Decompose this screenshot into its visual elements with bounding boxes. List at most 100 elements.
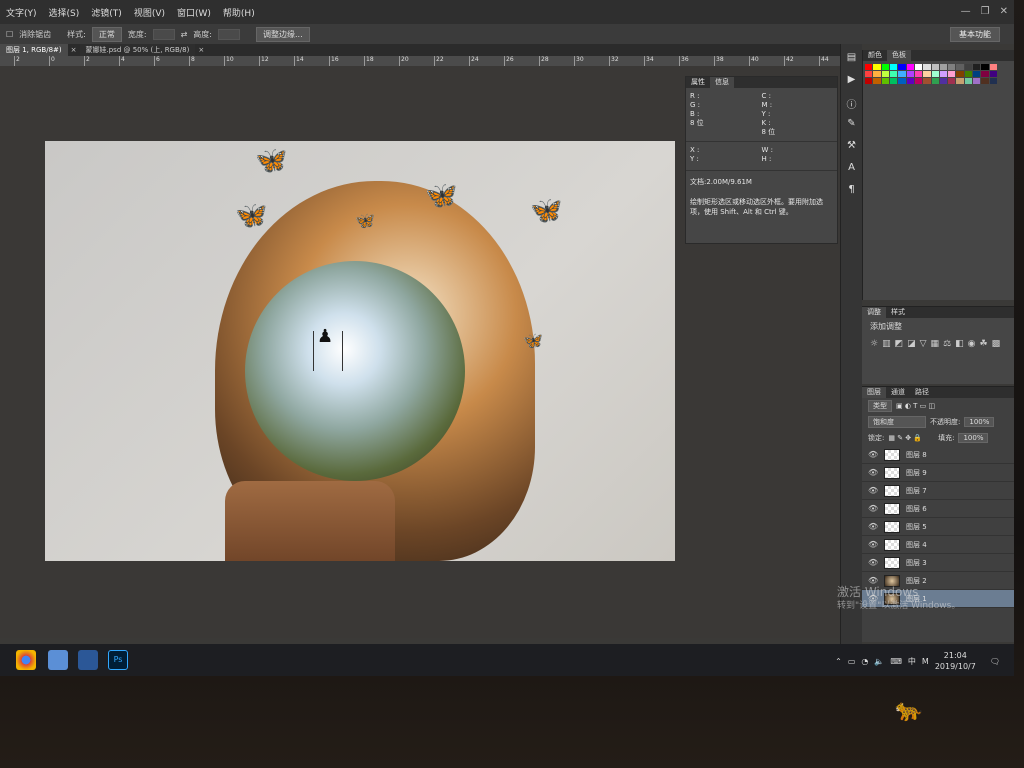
swatch[interactable] — [873, 64, 881, 70]
document-canvas[interactable]: ♟ 🦋 🦋 🦋 🦋 🦋 🦋 — [45, 141, 675, 561]
tab-paths[interactable]: 路径 — [910, 387, 934, 398]
hue-icon[interactable]: ▦ — [931, 339, 940, 349]
swatch[interactable] — [981, 64, 989, 70]
volume-icon[interactable]: 🔈 — [874, 657, 884, 666]
tab-swatches[interactable]: 色板 — [887, 50, 911, 61]
swatch[interactable] — [939, 78, 948, 84]
eye-icon[interactable]: 👁 — [868, 558, 878, 567]
swatch[interactable] — [948, 64, 956, 70]
layer-row[interactable]: 👁 图层 4 — [862, 536, 1014, 554]
curves-icon[interactable]: ◩ — [895, 339, 904, 349]
swatch[interactable] — [898, 71, 906, 77]
swatch[interactable] — [973, 71, 981, 77]
swatch[interactable] — [865, 71, 873, 77]
clock[interactable]: 21:04 2019/10/7 — [935, 650, 976, 672]
tab-info[interactable]: 信息 — [710, 77, 734, 88]
swatch[interactable] — [923, 78, 931, 84]
swatch[interactable] — [923, 71, 931, 77]
tab-layers[interactable]: 图层 — [862, 387, 886, 398]
swatch[interactable] — [914, 64, 923, 70]
swatch[interactable] — [931, 64, 939, 70]
eye-icon[interactable]: 👁 — [868, 504, 878, 513]
bw-icon[interactable]: ◧ — [955, 339, 964, 349]
swatch[interactable] — [865, 78, 873, 84]
network-icon[interactable]: ▭ — [848, 657, 856, 666]
tool-presets-icon[interactable]: ⚒ — [845, 140, 859, 154]
layer-row[interactable]: 👁 图层 6 — [862, 500, 1014, 518]
keyboard-icon[interactable]: ⌨ — [890, 657, 902, 666]
swatch[interactable] — [989, 78, 997, 84]
swatch[interactable] — [973, 78, 981, 84]
swatch[interactable] — [906, 71, 914, 77]
menu-filter[interactable]: 滤镜(T) — [85, 6, 128, 19]
swatch[interactable] — [873, 71, 881, 77]
swatch[interactable] — [981, 78, 989, 84]
history-icon[interactable]: ▤ — [845, 52, 859, 66]
eye-icon[interactable]: 👁 — [868, 450, 878, 459]
app-icon[interactable] — [48, 650, 68, 670]
chevron-up-icon[interactable]: ⌃ — [835, 657, 842, 666]
eye-icon[interactable]: 👁 — [868, 522, 878, 531]
photoshop-icon[interactable]: Ps — [108, 650, 128, 670]
menu-window[interactable]: 窗口(W) — [171, 6, 217, 19]
blend-mode-select[interactable]: 饱和度 — [868, 416, 926, 428]
swatch[interactable] — [906, 64, 914, 70]
height-field[interactable] — [217, 28, 240, 40]
word-icon[interactable] — [78, 650, 98, 670]
lock-icons[interactable]: ▦ ✎ ✥ 🔒 — [888, 434, 922, 442]
layer-row[interactable]: 👁 图层 8 — [862, 446, 1014, 464]
swap-icon[interactable]: ⇄ — [181, 30, 188, 39]
swatch[interactable] — [939, 71, 948, 77]
eye-icon[interactable]: 👁 — [868, 576, 878, 585]
swatch[interactable] — [889, 78, 898, 84]
layer-row[interactable]: 👁 图层 5 — [862, 518, 1014, 536]
vibrance-icon[interactable]: ▽ — [920, 339, 927, 349]
minimize-icon[interactable]: — — [961, 6, 971, 17]
fill-field[interactable]: 100% — [958, 433, 989, 443]
width-field[interactable] — [152, 28, 175, 40]
tab-styles[interactable]: 样式 — [886, 307, 910, 318]
tab-psd[interactable]: 蒙娜娃.psd @ 50% (上, RGB/8) — [79, 44, 196, 56]
tab-color[interactable]: 颜色 — [863, 50, 887, 61]
swatch[interactable] — [881, 78, 889, 84]
menu-select[interactable]: 选择(S) — [43, 6, 86, 19]
ime-mode-indicator[interactable]: M — [922, 657, 929, 666]
swatch[interactable] — [964, 71, 973, 77]
tab-channels[interactable]: 通道 — [886, 387, 910, 398]
photo-filter-icon[interactable]: ◉ — [968, 339, 976, 349]
swatch[interactable] — [931, 71, 939, 77]
menu-view[interactable]: 视图(V) — [128, 6, 171, 19]
style-select[interactable]: 正常 — [91, 26, 122, 42]
swatch[interactable] — [939, 64, 948, 70]
swatch[interactable] — [898, 64, 906, 70]
lookup-icon[interactable]: ▩ — [992, 339, 1001, 349]
tab-properties[interactable]: 属性 — [686, 77, 710, 88]
layer-row[interactable]: 👁 图层 9 — [862, 464, 1014, 482]
layer-row[interactable]: 👁 图层 7 — [862, 482, 1014, 500]
tab-adjustments[interactable]: 调整 — [862, 307, 886, 318]
opacity-field[interactable]: 100% — [964, 417, 995, 427]
brightness-icon[interactable]: ☼ — [870, 339, 878, 349]
layer-row[interactable]: 👁 图层 3 — [862, 554, 1014, 572]
close-icon[interactable]: ✕ — [1000, 6, 1008, 17]
swatch[interactable] — [973, 64, 981, 70]
menu-text[interactable]: 文字(Y) — [0, 6, 43, 19]
brush-icon[interactable]: ✎ — [845, 118, 859, 132]
swatch[interactable] — [865, 64, 873, 70]
swatch[interactable] — [873, 78, 881, 84]
swatch[interactable] — [914, 78, 923, 84]
close-icon[interactable]: × — [195, 44, 207, 56]
eye-icon[interactable]: 👁 — [868, 486, 878, 495]
swatch[interactable] — [889, 64, 898, 70]
exposure-icon[interactable]: ◪ — [907, 339, 916, 349]
tab-layer1[interactable]: 图层 1, RGB/8#) — [0, 44, 68, 56]
swatch[interactable] — [948, 78, 956, 84]
close-icon[interactable]: × — [68, 44, 80, 56]
swatch[interactable] — [889, 71, 898, 77]
restore-icon[interactable]: ❐ — [981, 6, 990, 17]
balance-icon[interactable]: ⚖ — [943, 339, 951, 349]
filter-icons[interactable]: ▣ ◐ T ▭ ◫ — [896, 402, 935, 410]
actions-icon[interactable]: ▶ — [845, 74, 859, 88]
workspace-select[interactable]: 基本功能 — [950, 27, 1000, 42]
swatch[interactable] — [923, 64, 931, 70]
